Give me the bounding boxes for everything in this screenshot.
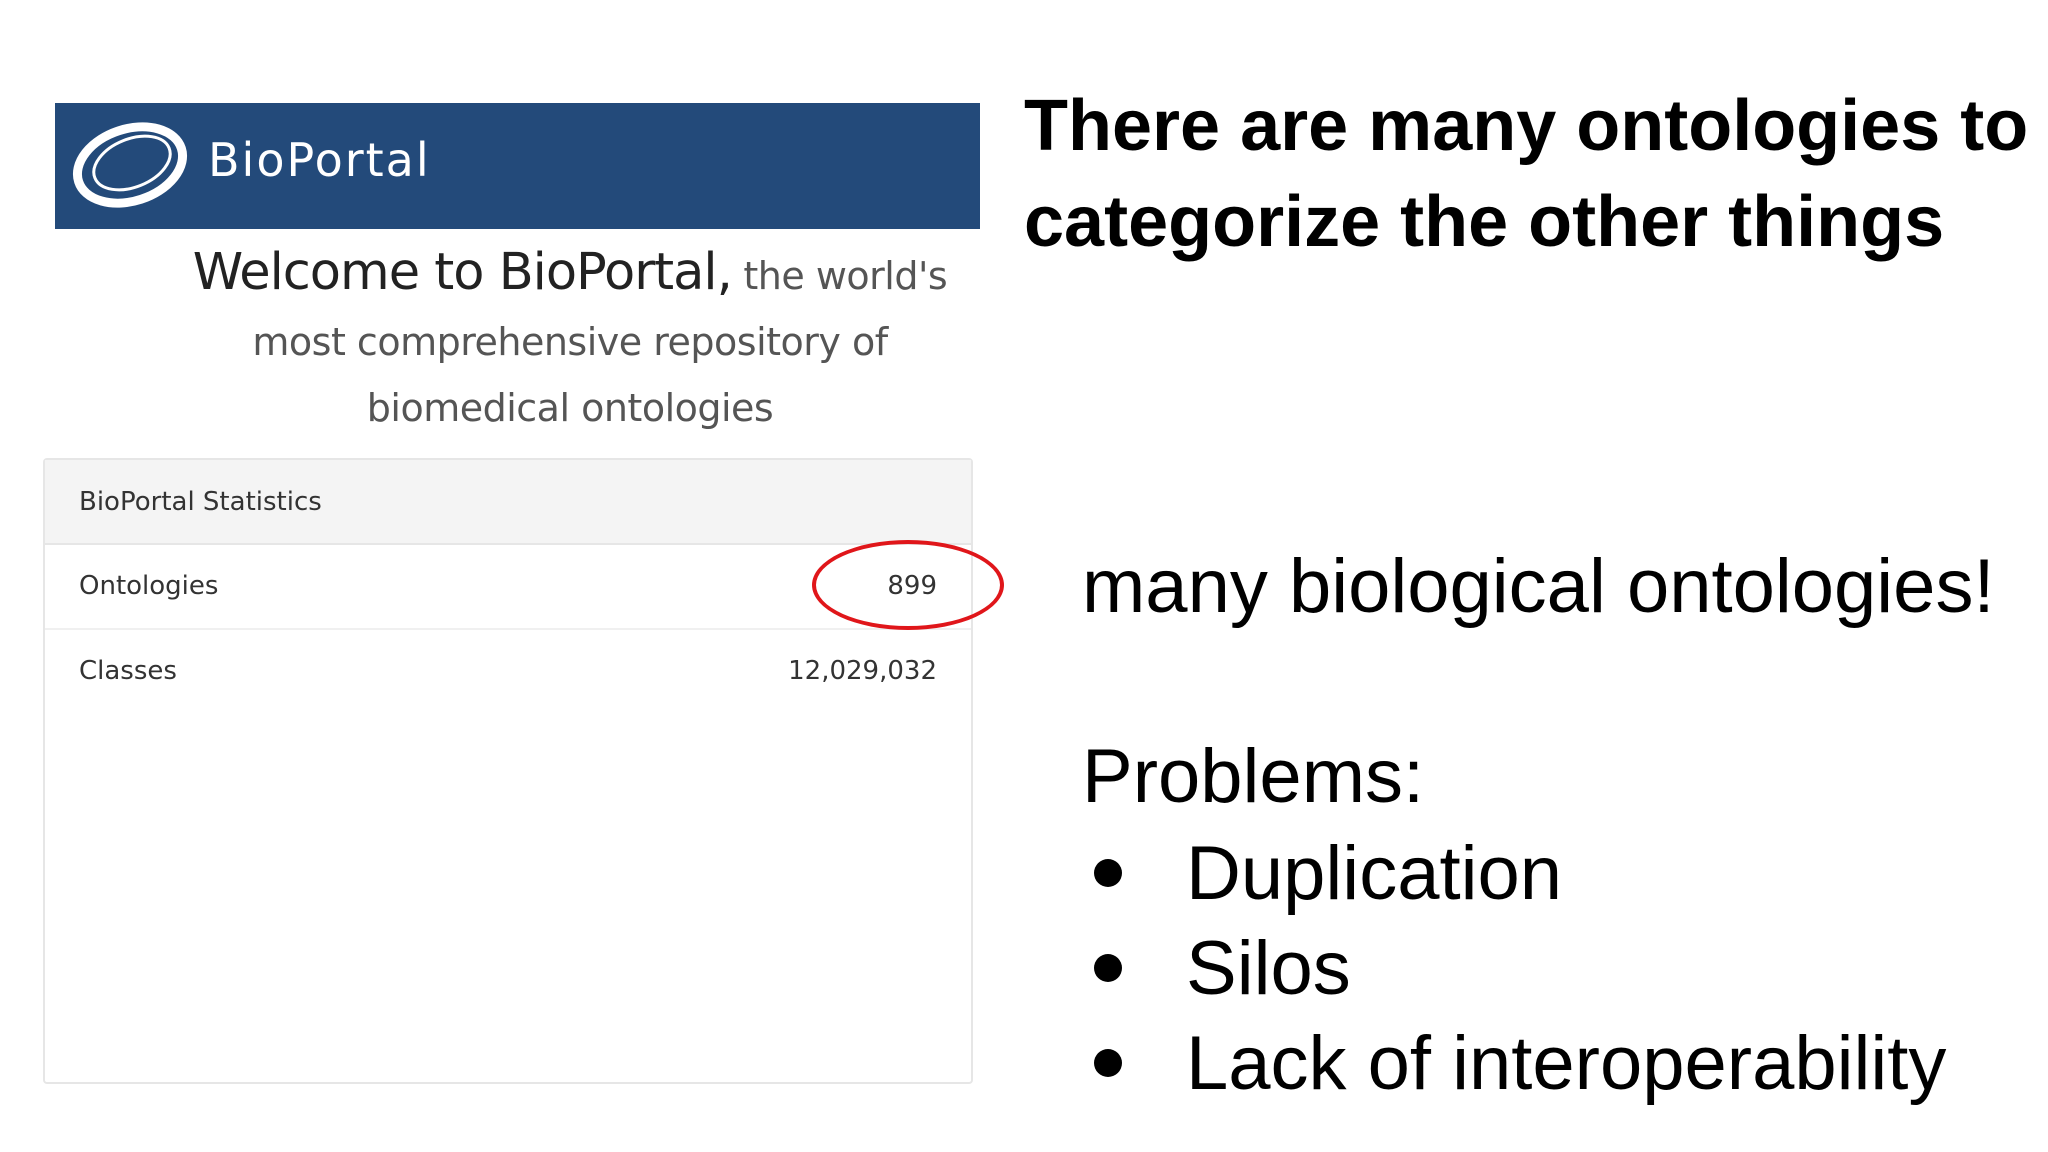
bullet-icon: [1094, 1049, 1122, 1077]
problems-list: Duplication Silos Lack of interoperabili…: [1094, 826, 1946, 1111]
stat-value: 12,029,032: [788, 656, 937, 686]
stat-value: 899: [887, 571, 937, 601]
stat-label: Ontologies: [79, 571, 219, 601]
slide-title: There are many ontologies to categorize …: [1024, 86, 2029, 262]
bullet-icon: [1094, 859, 1122, 887]
bullet-icon: [1094, 954, 1122, 982]
slide-subtitle: many biological ontologies!: [1082, 544, 1995, 629]
list-item-text: Lack of interoperability: [1186, 1021, 1947, 1106]
statistics-heading: BioPortal Statistics: [45, 460, 971, 545]
list-item-text: Duplication: [1186, 831, 1562, 916]
bioportal-header: BioPortal: [55, 103, 980, 229]
list-item: Duplication: [1094, 826, 1946, 921]
stat-row-ontologies: Ontologies 899: [45, 545, 971, 630]
bioportal-welcome: Welcome to BioPortal, the world's most c…: [150, 240, 990, 441]
stat-label: Classes: [79, 656, 177, 686]
statistics-panel: BioPortal Statistics Ontologies 899 Clas…: [43, 458, 973, 1084]
list-item-text: Silos: [1186, 926, 1351, 1011]
list-item: Lack of interoperability: [1094, 1016, 1946, 1111]
stat-row-classes: Classes 12,029,032: [45, 630, 971, 715]
problems-label: Problems:: [1082, 734, 1425, 819]
bioportal-logo-icon: [72, 122, 188, 208]
list-item: Silos: [1094, 921, 1946, 1016]
welcome-heading: Welcome to BioPortal,: [192, 243, 733, 302]
bioportal-logo-text[interactable]: BioPortal: [208, 133, 431, 188]
